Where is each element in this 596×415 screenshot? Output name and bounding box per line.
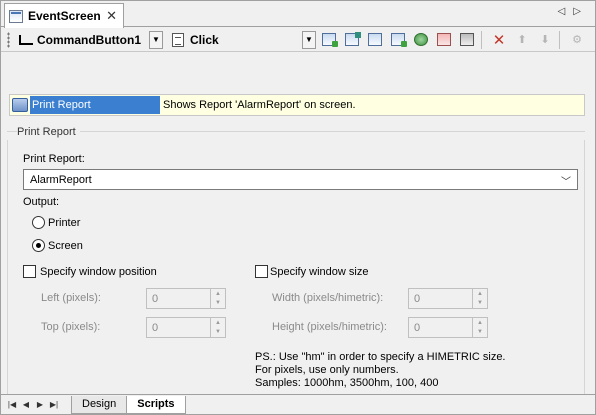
radio-printer[interactable] <box>32 216 45 229</box>
insert-icon <box>322 33 338 47</box>
report-select-value: AlarmReport <box>30 173 92 186</box>
form-icon <box>368 33 382 46</box>
height-label: Height (pixels/himetric): <box>272 321 387 333</box>
tab-scroll-arrows: ◁ ▷ <box>558 6 581 17</box>
close-icon[interactable]: ✕ <box>106 8 117 24</box>
chevron-down-icon[interactable]: ▼ <box>302 30 316 49</box>
chevron-down-icon[interactable]: ▼ <box>149 30 163 49</box>
width-spinner[interactable]: 0 ▲ ▼ <box>408 288 488 309</box>
spinner-buttons[interactable]: ▲ ▼ <box>210 318 225 337</box>
print-button[interactable] <box>457 30 477 50</box>
command-button-icon <box>19 34 33 45</box>
last-tab-icon[interactable]: ▶| <box>47 400 61 409</box>
insert-button[interactable] <box>319 30 339 50</box>
delete-icon[interactable]: ✕ <box>489 30 509 50</box>
toolbar-grip[interactable] <box>7 31 10 48</box>
window-size-label: Specify window size <box>270 266 369 278</box>
width-value: 0 <box>414 292 421 305</box>
left-spinner[interactable]: 0 ▲ ▼ <box>146 288 226 309</box>
radio-screen[interactable] <box>32 239 45 252</box>
scroll-right-icon[interactable]: ▷ <box>573 6 581 17</box>
left-value: 0 <box>152 292 159 305</box>
report-select[interactable]: AlarmReport ﹀ <box>23 169 578 190</box>
top-value: 0 <box>152 321 159 334</box>
edit-icon <box>391 33 407 47</box>
refresh-button[interactable] <box>434 30 454 50</box>
himetric-note: PS.: Use "hm" in order to specify a HIME… <box>255 351 506 390</box>
window-size-checkbox[interactable] <box>255 265 268 278</box>
document-tabstrip: EventScreen ✕ ◁ ▷ <box>1 1 595 28</box>
globe-button[interactable] <box>411 30 431 50</box>
action-name: Print Report <box>30 96 160 114</box>
screen-icon <box>9 9 23 23</box>
edit-button[interactable] <box>388 30 408 50</box>
print-report-icon <box>12 98 28 112</box>
action-description: Shows Report 'AlarmReport' on screen. <box>163 99 356 111</box>
prev-tab-icon[interactable]: ◀ <box>19 400 33 409</box>
report-label: Print Report: <box>23 153 85 165</box>
event-icon <box>172 32 184 47</box>
chevron-down-icon: ﹀ <box>561 177 571 188</box>
print-icon <box>460 33 474 46</box>
left-label: Left (pixels): <box>41 292 101 304</box>
object-selector-value: CommandButton1 <box>37 32 141 47</box>
toolbar-separator <box>559 30 560 49</box>
note-line: Samples: 1000hm, 3500hm, 100, 400 <box>255 377 439 389</box>
radio-screen-label: Screen <box>48 240 83 252</box>
spinner-buttons[interactable]: ▲ ▼ <box>210 289 225 308</box>
height-value: 0 <box>414 321 421 334</box>
refresh-icon <box>437 33 451 46</box>
top-label: Top (pixels): <box>41 321 101 333</box>
tab-scripts[interactable]: Scripts <box>126 395 186 414</box>
action-list-row[interactable]: Print Report Shows Report 'AlarmReport' … <box>9 94 585 116</box>
event-selector[interactable]: Click ▼ <box>170 30 316 50</box>
script-toolbar: CommandButton1 ▼ Click ▼ ✕ ⬆ ⬇ ⚙ <box>1 28 595 52</box>
width-label: Width (pixels/himetric): <box>272 292 384 304</box>
form-button[interactable] <box>365 30 385 50</box>
radio-printer-label: Printer <box>48 217 81 229</box>
toolbar-separator <box>481 30 482 49</box>
window-position-label: Specify window position <box>40 266 157 278</box>
output-label: Output: <box>23 196 60 208</box>
spinner-buttons[interactable]: ▲ ▼ <box>472 289 487 308</box>
globe-icon <box>414 33 428 46</box>
height-spinner[interactable]: 0 ▲ ▼ <box>408 317 488 338</box>
add-button[interactable] <box>342 30 362 50</box>
tab-design[interactable]: Design <box>71 395 128 414</box>
properties-icon[interactable]: ⚙ <box>567 30 587 50</box>
view-tabstrip: |◀ ◀ ▶ ▶| Design Scripts <box>1 394 595 414</box>
add-icon <box>345 32 361 46</box>
tab-eventscreen[interactable]: EventScreen ✕ <box>4 3 124 28</box>
object-selector[interactable]: CommandButton1 ▼ <box>14 30 164 50</box>
next-tab-icon[interactable]: ▶ <box>33 400 47 409</box>
move-up-icon[interactable]: ⬆ <box>512 30 532 50</box>
window-position-checkbox[interactable] <box>23 265 36 278</box>
note-line: For pixels, use only numbers. <box>255 364 399 376</box>
move-down-icon[interactable]: ⬇ <box>535 30 555 50</box>
event-selector-value: Click <box>190 32 219 47</box>
top-spinner[interactable]: 0 ▲ ▼ <box>146 317 226 338</box>
spinner-buttons[interactable]: ▲ ▼ <box>472 318 487 337</box>
first-tab-icon[interactable]: |◀ <box>5 400 19 409</box>
group-title: Print Report <box>17 126 80 138</box>
note-line: PS.: Use "hm" in order to specify a HIME… <box>255 351 506 363</box>
event-screen-window: EventScreen ✕ ◁ ▷ CommandButton1 ▼ Click… <box>0 0 596 415</box>
scroll-left-icon[interactable]: ◁ <box>558 6 566 17</box>
tab-title: EventScreen <box>28 9 101 23</box>
